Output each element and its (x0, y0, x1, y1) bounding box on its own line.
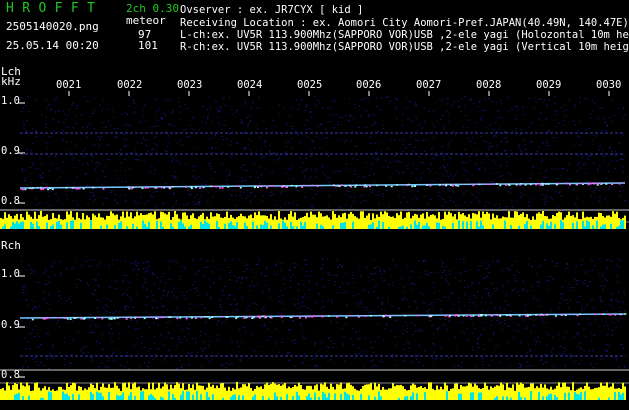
spectrogram-canvas (0, 91, 629, 400)
vor-carrier-traces (19, 132, 627, 357)
spectrogram-noise (20, 96, 627, 369)
level-bars (0, 211, 626, 400)
plot-frame (0, 91, 629, 384)
